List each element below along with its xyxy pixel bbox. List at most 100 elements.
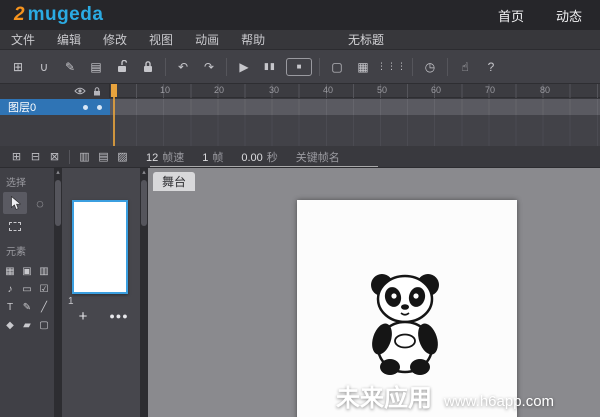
layer-column-headers — [0, 84, 110, 98]
ruler-mark: 80 — [539, 85, 551, 95]
mugeda-logo-icon: 2 — [14, 4, 25, 25]
element-pencil-button[interactable]: ✎ — [19, 300, 35, 315]
video-icon: ▥ — [39, 266, 49, 277]
element-text-button[interactable]: T — [2, 300, 18, 315]
element-line-button[interactable]: ╱ — [36, 300, 52, 315]
onion-skin-outline-button[interactable]: ▤ — [94, 148, 113, 166]
menu-edit[interactable]: 编辑 — [46, 30, 92, 49]
add-page-button[interactable]: + — [72, 306, 94, 326]
free-transform-icon — [9, 221, 21, 231]
undo-button[interactable]: ↶ — [171, 55, 195, 79]
screen-icon: ▢ — [39, 320, 49, 331]
brush-icon: ▰ — [23, 320, 31, 331]
menu-modify[interactable]: 修改 — [92, 30, 138, 49]
pages-panel-scrollbar[interactable]: ▴ — [140, 168, 148, 417]
lasso-tool-button[interactable]: ◌ — [28, 192, 52, 214]
element-image-button[interactable]: ▣ — [19, 264, 35, 279]
page-more-button[interactable]: ●●● — [108, 306, 130, 326]
menu-file[interactable]: 文件 — [0, 30, 46, 49]
element-shape-button[interactable]: ◆ — [2, 318, 18, 333]
components-icon: ▦ — [5, 266, 15, 277]
timeline-empty-track[interactable] — [110, 115, 600, 146]
playhead-handle[interactable] — [111, 84, 117, 97]
menu-animation[interactable]: 动画 — [184, 30, 230, 49]
unlock-button[interactable] — [110, 55, 134, 79]
tools-panel-scrollbar[interactable]: ▴ — [54, 168, 62, 417]
nav-news-link[interactable]: 动态 — [556, 6, 582, 25]
stage-canvas[interactable] — [297, 200, 517, 417]
layer-frames-track[interactable] — [110, 99, 600, 115]
lock-column-icon[interactable] — [93, 86, 101, 96]
redo-button[interactable]: ↷ — [197, 55, 221, 79]
element-audio-button[interactable]: ♪ — [2, 282, 18, 297]
element-checkbox-button[interactable]: ☑ — [36, 282, 52, 297]
document-title: 无标题 — [348, 33, 385, 47]
scrollbar-thumb[interactable] — [55, 180, 61, 226]
select-tool-button[interactable] — [3, 192, 27, 214]
panda-illustration[interactable] — [355, 268, 455, 378]
layer-visibility-dot[interactable] — [83, 104, 88, 110]
page-thumbnail[interactable] — [72, 200, 128, 294]
mugeda-editor-window: 2 mugeda 首页 动态 文件 编辑 修改 视图 动画 帮助 无标题 ⊞ ∪… — [0, 0, 600, 417]
scrollbar-thumb[interactable] — [141, 180, 147, 226]
nav-home-link[interactable]: 首页 — [498, 6, 524, 25]
select-section-label: 选择 — [6, 178, 26, 189]
preview-button[interactable]: ▢ — [325, 55, 349, 79]
gesture-button[interactable]: ☝ — [453, 55, 477, 79]
insert-frame-button[interactable]: ⊞ — [7, 148, 26, 166]
frame-columns-icon: ⋮⋮⋮ — [377, 61, 407, 71]
element-screen-button[interactable]: ▢ — [36, 318, 52, 333]
checkbox-icon: ☑ — [39, 284, 49, 295]
ruler-mark: 60 — [430, 85, 442, 95]
frame-columns-button[interactable]: ⋮⋮⋮ — [377, 55, 407, 79]
onion-skin-button[interactable]: ▥ — [75, 148, 94, 166]
group-frames-icon: ⊟ — [30, 151, 41, 163]
element-video-button[interactable]: ▥ — [36, 264, 52, 279]
timer-icon: ◷ — [424, 59, 436, 74]
audio-icon: ♪ — [7, 284, 13, 295]
group-frames-button[interactable]: ⊟ — [26, 148, 45, 166]
element-container-button[interactable]: ▭ — [19, 282, 35, 297]
element-brush-button[interactable]: ▰ — [19, 318, 35, 333]
ruler-mark: 20 — [213, 85, 225, 95]
snap-grid-button[interactable]: ⊞ — [6, 55, 30, 79]
container-icon: ▭ — [22, 284, 32, 295]
qr-code-button[interactable]: ▦ — [351, 55, 375, 79]
timeline-ruler[interactable]: 10 20 30 40 50 60 70 80 — [0, 84, 600, 98]
menu-view[interactable]: 视图 — [138, 30, 184, 49]
workspace: 选择 ◌ 元素 ▦ ▣ ▥ ♪ ▭ ☑ T ✎ ╱ ◆ ▰ ▢ ▴ 1 + ●●… — [0, 168, 600, 417]
magnet-button[interactable]: ∪ — [32, 55, 56, 79]
timeline-layer-row: 图层0 — [0, 99, 600, 115]
play-button[interactable]: ▶ — [232, 55, 256, 79]
help-button[interactable]: ? — [479, 55, 503, 79]
delete-frame-button[interactable]: ⊠ — [45, 148, 64, 166]
stop-button[interactable]: ■ — [286, 57, 312, 76]
pause-button[interactable]: ▮▮ — [258, 55, 282, 79]
scroll-up-icon[interactable]: ▴ — [140, 168, 148, 178]
page-actions: + ●●● — [62, 306, 140, 326]
frame-controls-bar: ⊞ ⊟ ⊠ ▥ ▤ ▨ 12 帧速 1 帧 0.00 秒 关键帧名 — [0, 146, 600, 168]
lock-button[interactable] — [136, 55, 160, 79]
element-components-button[interactable]: ▦ — [2, 264, 18, 279]
stage-tab[interactable]: 舞台 — [153, 172, 196, 191]
keyframe-name-field[interactable]: 关键帧名 — [296, 149, 340, 165]
paint-button[interactable]: ▤ — [84, 55, 108, 79]
free-transform-tool-button[interactable] — [3, 215, 27, 237]
menu-help[interactable]: 帮助 — [230, 30, 276, 49]
edit-multiple-frames-button[interactable]: ▨ — [113, 148, 132, 166]
menu-bar: 文件 编辑 修改 视图 动画 帮助 无标题 — [0, 30, 600, 50]
mugeda-logo[interactable]: 2 mugeda — [14, 4, 103, 26]
scroll-up-icon[interactable]: ▴ — [54, 168, 62, 178]
pause-icon: ▮▮ — [264, 61, 276, 71]
pencil-button[interactable]: ✎ — [58, 55, 82, 79]
visibility-column-icon[interactable] — [74, 87, 86, 95]
layer-lock-dot[interactable] — [97, 104, 102, 110]
stage-tab-label: 舞台 — [162, 175, 187, 189]
layer-item[interactable]: 图层0 — [0, 99, 110, 115]
timer-button[interactable]: ◷ — [418, 55, 442, 79]
onion-skin-outline-icon: ▤ — [98, 151, 109, 163]
preview-screen-icon: ▢ — [331, 59, 343, 74]
fps-label: 帧速 — [162, 151, 185, 164]
lock-icon — [144, 61, 152, 72]
draw-pencil-icon: ✎ — [22, 302, 32, 313]
